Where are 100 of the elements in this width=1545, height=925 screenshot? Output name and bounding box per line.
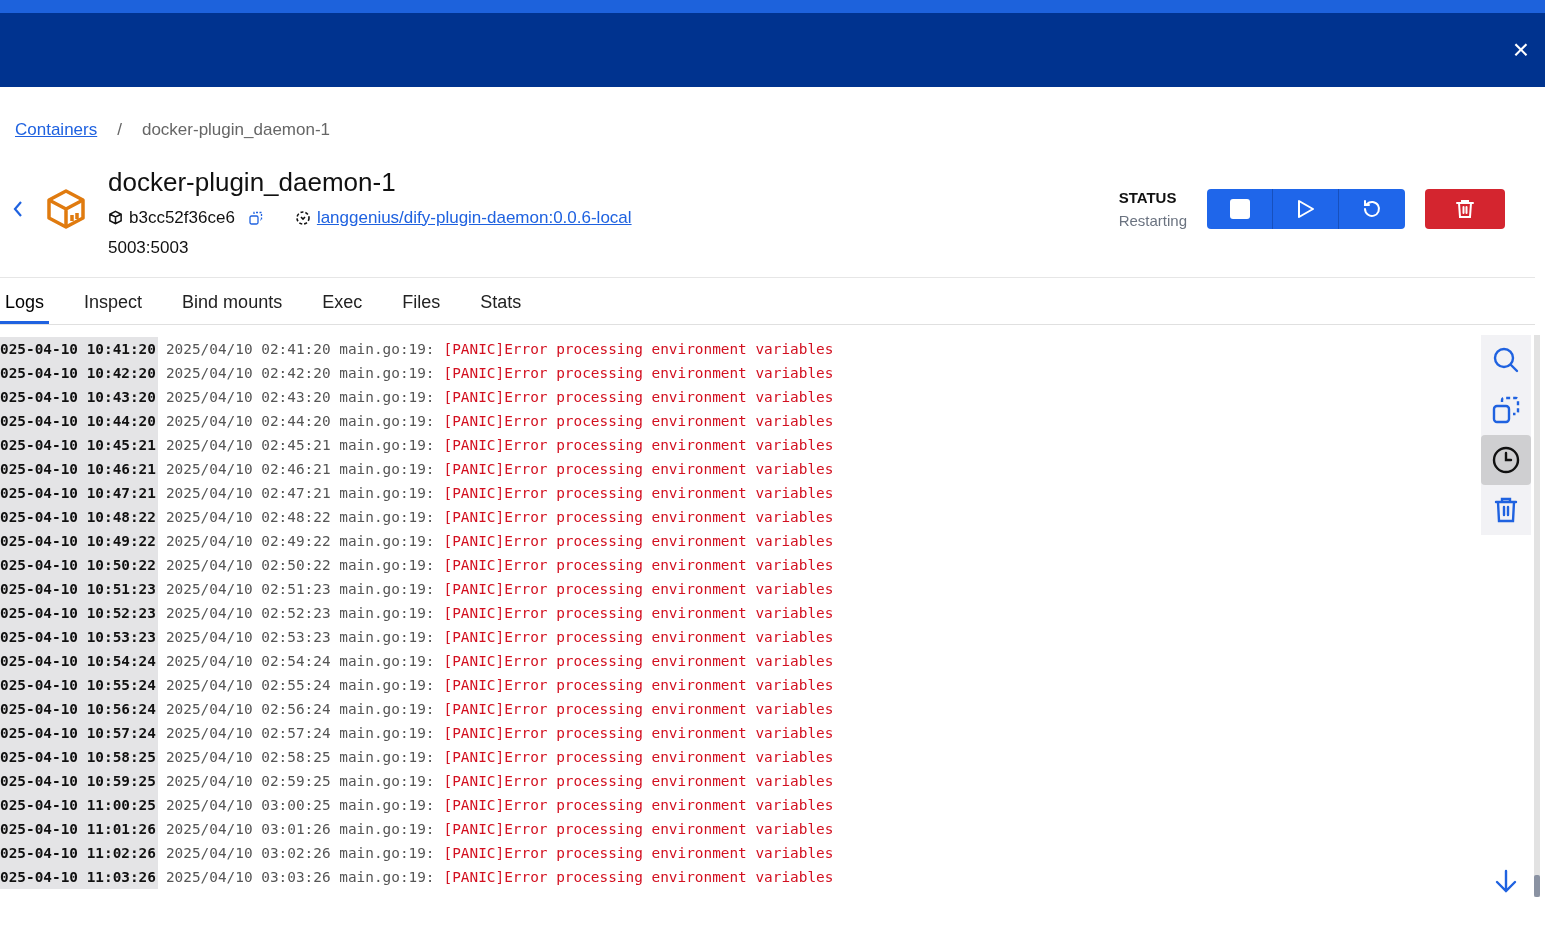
stop-button[interactable] xyxy=(1207,189,1273,229)
log-prefix: 2025/04/10 02:48:22 main.go:19: xyxy=(165,509,435,525)
log-message: [PANIC]Error processing environment variables xyxy=(443,653,834,669)
log-prefix: 2025/04/10 03:02:26 main.go:19: xyxy=(165,845,435,861)
log-message: [PANIC]Error processing environment variables xyxy=(443,485,834,501)
tab[interactable]: Logs xyxy=(0,278,50,324)
log-prefix: 2025/04/10 02:45:21 main.go:19: xyxy=(165,437,435,453)
breadcrumb-current: docker-plugin_daemon-1 xyxy=(141,120,330,140)
log-message: [PANIC]Error processing environment variables xyxy=(443,581,834,597)
log-message: [PANIC]Error processing environment variables xyxy=(443,749,834,765)
restart-button[interactable] xyxy=(1339,189,1405,229)
log-timestamp: 025-04-10 10:45:21 xyxy=(0,433,158,457)
log-prefix: 2025/04/10 02:50:22 main.go:19: xyxy=(165,557,435,573)
delete-button[interactable] xyxy=(1425,189,1505,229)
log-prefix: 2025/04/10 02:57:24 main.go:19: xyxy=(165,725,435,741)
log-timestamp: 025-04-10 10:43:20 xyxy=(0,385,158,409)
log-message: [PANIC]Error processing environment variables xyxy=(443,413,834,429)
log-prefix: 2025/04/10 02:51:23 main.go:19: xyxy=(165,581,435,597)
back-icon[interactable] xyxy=(12,200,24,218)
log-message: [PANIC]Error processing environment variables xyxy=(443,869,834,885)
log-timestamp: 025-04-10 10:56:24 xyxy=(0,697,158,721)
log-message: [PANIC]Error processing environment variables xyxy=(443,461,834,477)
log-timestamp: 025-04-10 11:02:26 xyxy=(0,841,158,865)
log-prefix: 2025/04/10 02:56:24 main.go:19: xyxy=(165,701,435,717)
clock-icon xyxy=(1492,446,1520,474)
log-message: [PANIC]Error processing environment variables xyxy=(443,533,834,549)
copy-icon xyxy=(1492,396,1520,424)
log-timestamp: 025-04-10 10:50:22 xyxy=(0,553,158,577)
log-timestamp: 025-04-10 11:00:25 xyxy=(0,793,158,817)
close-button[interactable]: × xyxy=(1508,34,1533,66)
log-prefix: 2025/04/10 02:46:21 main.go:19: xyxy=(165,461,435,477)
scrollbar[interactable] xyxy=(1534,335,1540,897)
breadcrumb-link[interactable]: Containers xyxy=(15,120,98,140)
log-timestamp: 025-04-10 10:41:20 xyxy=(0,337,158,361)
log-message: [PANIC]Error processing environment variables xyxy=(443,557,834,573)
log-prefix: 2025/04/10 02:55:24 main.go:19: xyxy=(165,677,435,693)
log-prefix: 2025/04/10 02:49:22 main.go:19: xyxy=(165,533,435,549)
log-prefix: 2025/04/10 02:42:20 main.go:19: xyxy=(165,365,435,381)
log-timestamp: 025-04-10 10:55:24 xyxy=(0,673,158,697)
log-message: [PANIC]Error processing environment variables xyxy=(443,605,834,621)
trash-icon xyxy=(1455,199,1475,219)
container-icon xyxy=(46,188,86,230)
image-link[interactable]: langgenius/dify-plugin-daemon:0.0.6-local xyxy=(316,207,632,228)
status-label: STATUS xyxy=(1118,189,1178,206)
log-timestamp: 025-04-10 10:48:22 xyxy=(0,505,158,529)
log-prefix: 2025/04/10 02:47:21 main.go:19: xyxy=(165,485,435,501)
log-timestamp: 025-04-10 10:49:22 xyxy=(0,529,158,553)
tab[interactable]: Stats xyxy=(475,278,527,324)
restart-icon xyxy=(1361,198,1383,220)
log-prefix: 2025/04/10 02:54:24 main.go:19: xyxy=(165,653,435,669)
log-message: [PANIC]Error processing environment variables xyxy=(443,773,834,789)
log-message: [PANIC]Error processing environment variables xyxy=(443,797,834,813)
log-timestamp: 025-04-10 10:47:21 xyxy=(0,481,158,505)
tab[interactable]: Inspect xyxy=(79,278,148,324)
log-message: [PANIC]Error processing environment variables xyxy=(443,845,834,861)
tab[interactable]: Bind mounts xyxy=(177,278,288,324)
log-message: [PANIC]Error processing environment variables xyxy=(443,629,834,645)
status-value: Restarting xyxy=(1118,212,1187,229)
log-message: [PANIC]Error processing environment variables xyxy=(443,389,834,405)
log-prefix: 2025/04/10 02:44:20 main.go:19: xyxy=(165,413,435,429)
log-message: [PANIC]Error processing environment variables xyxy=(443,341,834,357)
start-button[interactable] xyxy=(1273,189,1339,229)
log-timestamp: 025-04-10 10:51:23 xyxy=(0,577,158,601)
log-timestamp: 025-04-10 10:58:25 xyxy=(0,745,158,769)
log-timestamp: 025-04-10 10:57:24 xyxy=(0,721,158,745)
log-message: [PANIC]Error processing environment variables xyxy=(443,677,834,693)
log-timestamp: 025-04-10 10:59:25 xyxy=(0,769,158,793)
log-timestamp: 025-04-10 11:01:26 xyxy=(0,817,158,841)
port-mapping: 5003:5003 xyxy=(108,237,190,258)
log-timestamp: 025-04-10 11:03:26 xyxy=(0,865,158,889)
play-icon xyxy=(1296,199,1315,219)
log-message: [PANIC]Error processing environment variables xyxy=(443,701,834,717)
log-prefix: 2025/04/10 02:53:23 main.go:19: xyxy=(165,629,435,645)
timestamps-button[interactable] xyxy=(1481,435,1531,485)
log-message: [PANIC]Error processing environment variables xyxy=(443,821,834,837)
log-message: [PANIC]Error processing environment variables xyxy=(443,725,834,741)
container-name: docker-plugin_daemon-1 xyxy=(108,166,397,198)
log-prefix: 2025/04/10 03:01:26 main.go:19: xyxy=(165,821,435,837)
copy-icon[interactable] xyxy=(248,210,263,225)
tab[interactable]: Files xyxy=(397,278,446,324)
log-message: [PANIC]Error processing environment variables xyxy=(443,365,834,381)
log-timestamp: 025-04-10 10:44:20 xyxy=(0,409,158,433)
log-prefix: 2025/04/10 02:41:20 main.go:19: xyxy=(165,341,435,357)
tab[interactable]: Exec xyxy=(317,278,368,324)
log-timestamp: 025-04-10 10:54:24 xyxy=(0,649,158,673)
trash-icon xyxy=(1494,497,1518,523)
log-timestamp: 025-04-10 10:46:21 xyxy=(0,457,158,481)
log-prefix: 2025/04/10 03:00:25 main.go:19: xyxy=(165,797,435,813)
log-timestamp: 025-04-10 10:52:23 xyxy=(0,601,158,625)
breadcrumb-separator: / xyxy=(117,120,122,140)
container-id: b3cc52f36ce6 xyxy=(129,207,235,228)
log-prefix: 2025/04/10 03:03:26 main.go:19: xyxy=(165,869,435,885)
stop-icon xyxy=(1229,199,1250,219)
image-icon xyxy=(294,209,311,226)
search-icon xyxy=(1493,347,1519,373)
log-message: [PANIC]Error processing environment variables xyxy=(443,509,834,525)
log-timestamp: 025-04-10 10:53:23 xyxy=(0,625,158,649)
log-prefix: 2025/04/10 02:58:25 main.go:19: xyxy=(165,749,435,765)
scroll-down-icon[interactable] xyxy=(1495,869,1517,893)
log-prefix: 2025/04/10 02:43:20 main.go:19: xyxy=(165,389,435,405)
